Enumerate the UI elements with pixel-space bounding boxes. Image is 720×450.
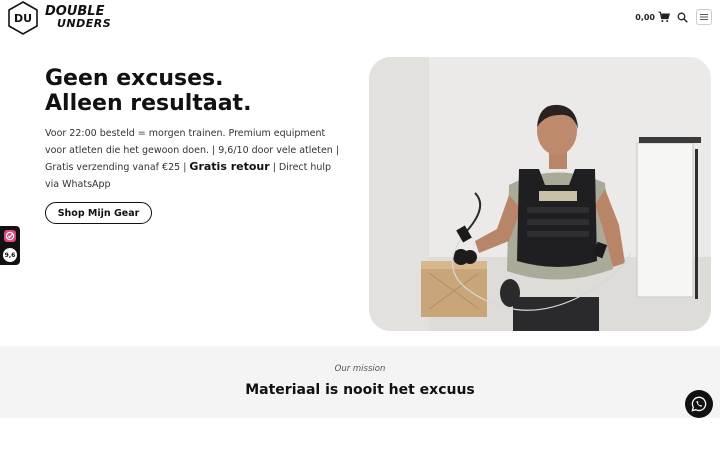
review-badge[interactable]: 9,6 xyxy=(0,226,20,265)
site-header: DU DOUBLE UNDERS 0,00 xyxy=(0,0,720,36)
header-actions: 0,00 xyxy=(635,9,712,25)
mission-kicker: Our mission xyxy=(334,364,386,374)
review-rating: 9,6 xyxy=(3,248,17,262)
cart-icon[interactable] xyxy=(658,11,670,23)
menu-icon xyxy=(700,14,708,20)
athlete-photo xyxy=(369,57,711,331)
logo-mark-text: DU xyxy=(14,12,32,25)
logo-hexagon-icon: DU xyxy=(8,1,38,35)
hero-title-line1: Geen excuses. xyxy=(45,66,224,91)
mission-title: Materiaal is nooit het excuus xyxy=(245,382,475,398)
hero-title: Geen excuses. Alleen resultaat. xyxy=(45,66,345,116)
search-icon[interactable] xyxy=(677,12,688,23)
hero-image xyxy=(369,57,711,331)
logo-wordmark: DOUBLE UNDERS xyxy=(45,5,112,30)
logo-line2: UNDERS xyxy=(57,17,112,30)
cart-total[interactable]: 0,00 xyxy=(635,13,655,22)
mission-section: Our mission Materiaal is nooit het excuu… xyxy=(0,346,720,418)
hero-desc-bold: Gratis retour xyxy=(189,160,270,173)
whatsapp-button[interactable] xyxy=(685,390,713,418)
hero-title-line2: Alleen resultaat. xyxy=(45,91,252,116)
shop-my-gear-button[interactable]: Shop Mijn Gear xyxy=(45,202,152,224)
menu-button[interactable] xyxy=(696,9,712,25)
brand-logo[interactable]: DU DOUBLE UNDERS xyxy=(6,1,111,35)
whatsapp-icon xyxy=(691,396,707,412)
trust-check-icon xyxy=(4,230,16,242)
hero-description: Voor 22:00 besteld = morgen trainen. Pre… xyxy=(45,126,345,193)
